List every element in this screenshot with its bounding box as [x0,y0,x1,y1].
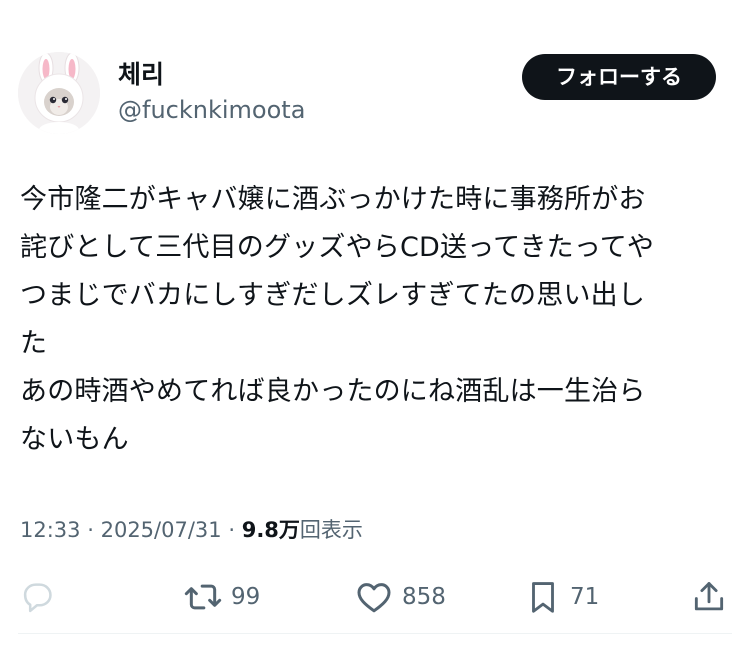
like-button[interactable]: 858 [354,574,446,620]
meta-separator: · [87,518,94,542]
reply-icon [23,583,52,613]
views-count: 9.8万 [241,518,300,542]
bookmark-count: 71 [570,584,600,610]
tweet-text-line: ないもん [20,424,129,455]
bookmark-icon [532,582,554,613]
share-icon [694,582,724,611]
retweet-button[interactable]: 99 [183,574,260,620]
meta-separator: · [228,518,236,542]
avatar-image [18,52,100,134]
follow-button[interactable]: フォローする [522,54,716,100]
reply-button[interactable] [18,574,56,620]
like-count: 858 [402,584,446,610]
tweet-text-line: あの時酒やめてれば良かったのにね酒乱は一生治ら [20,376,646,407]
retweet-icon [184,584,222,610]
divider [18,633,732,634]
heart-icon [357,583,391,613]
tweet-card: 체리 @fucknkimoota フォローする 今市隆二がキャバ嬢に酒ぶっかけた… [0,0,750,662]
views-label: 回表示 [299,518,363,542]
tweet-time[interactable]: 12:33 [20,518,81,542]
retweet-count: 99 [231,584,261,610]
user-handle[interactable]: @fucknkimoota [118,95,305,125]
tweet-text-line: つまじでバカにしすぎだしズレすぎてたの思い出し [20,280,646,311]
tweet-date[interactable]: 2025/07/31 [101,518,222,542]
share-button[interactable] [690,574,728,620]
display-name[interactable]: 체리 [118,60,164,90]
avatar[interactable] [18,52,100,134]
tweet-text-line: た [20,328,48,359]
tweet-text-line: 詫びとして三代目のグッズやらCD送ってきたってや [20,232,655,263]
tweet-text-line: 今市隆二がキャバ嬢に酒ぶっかけた時に事務所がお [20,184,646,215]
tweet-text: 今市隆二がキャバ嬢に酒ぶっかけた時に事務所がお 詫びとして三代目のグッズやらCD… [20,176,726,464]
tweet-meta: 12:33 · 2025/07/31 · 9.8万回表示 [20,513,363,547]
bookmark-button[interactable]: 71 [524,574,599,620]
